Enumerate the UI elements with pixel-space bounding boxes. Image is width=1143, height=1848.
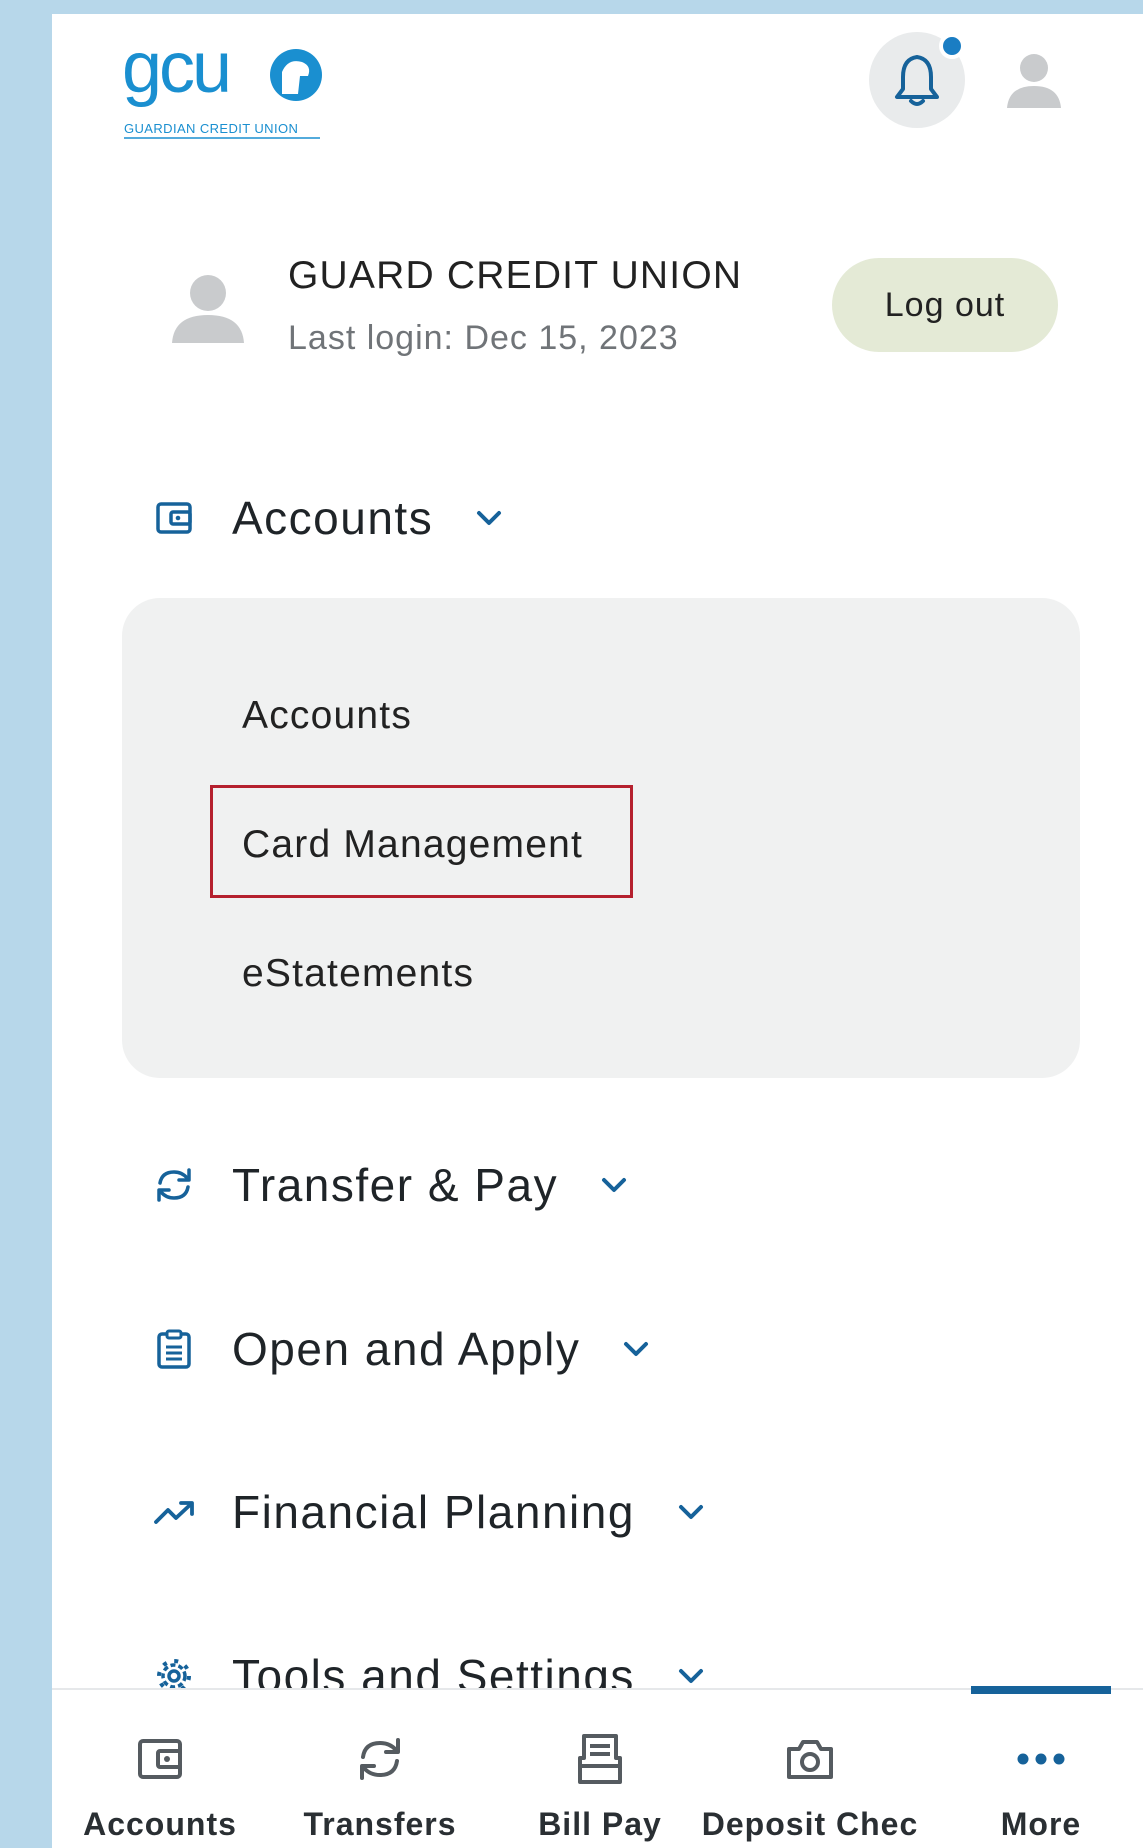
tab-label: Deposit Chec <box>701 1806 919 1842</box>
logout-button[interactable]: Log out <box>832 258 1058 352</box>
wallet-icon <box>132 1732 188 1786</box>
wallet-icon <box>152 496 196 540</box>
tab-deposit-check[interactable]: Deposit Chec <box>702 1690 917 1848</box>
chevron-down-icon <box>678 1505 703 1519</box>
nav-section-transfer-pay[interactable]: Transfer & Pay <box>152 1145 628 1225</box>
submenu-item-estatements[interactable]: eStatements <box>242 952 474 996</box>
camera-icon <box>782 1732 838 1786</box>
logo-text: gcu <box>122 32 229 108</box>
nav-section-open-apply[interactable]: Open and Apply <box>152 1309 650 1389</box>
trending-up-icon <box>152 1490 196 1534</box>
tab-label: Accounts <box>83 1806 237 1842</box>
chevron-down-icon <box>477 511 502 525</box>
tab-label: More <box>1000 1806 1082 1842</box>
notifications-button[interactable] <box>869 32 965 128</box>
last-login-text: Last login: Dec 15, 2023 <box>288 319 679 357</box>
profile-icon[interactable] <box>1003 50 1065 112</box>
tab-accounts[interactable]: Accounts <box>60 1690 260 1848</box>
user-name: GUARD CREDIT UNION <box>288 254 743 297</box>
more-icon <box>1013 1732 1069 1786</box>
accounts-submenu: Accounts Card Management eStatements <box>122 598 1080 1078</box>
app-frame: gcu GUARDIAN CREDIT UNION GUARD CREDIT U… <box>52 14 1143 1848</box>
bottom-tab-bar: Accounts Transfers Bill Pay Deposit Chec… <box>52 1686 1143 1848</box>
chevron-down-icon <box>602 1178 627 1192</box>
logo-subtext: GUARDIAN CREDIT UNION <box>124 121 298 136</box>
sync-icon <box>152 1163 196 1207</box>
submenu-item-card-management[interactable]: Card Management <box>242 823 583 867</box>
sync-icon <box>352 1732 408 1786</box>
nav-section-financial-planning[interactable]: Financial Planning <box>152 1472 705 1552</box>
tab-more[interactable]: More <box>941 1690 1141 1848</box>
nav-label-open-apply: Open and Apply <box>232 1323 581 1375</box>
nav-label-financial-planning: Financial Planning <box>232 1486 635 1538</box>
gcu-logo[interactable]: gcu GUARDIAN CREDIT UNION <box>122 32 322 144</box>
submenu-item-accounts[interactable]: Accounts <box>242 694 412 738</box>
tab-bill-pay[interactable]: Bill Pay <box>500 1690 700 1848</box>
user-avatar <box>172 275 244 343</box>
chevron-down-icon <box>624 1342 649 1356</box>
nav-label-transfer-pay: Transfer & Pay <box>232 1159 559 1211</box>
bell-icon <box>895 55 939 106</box>
nav-label-accounts: Accounts <box>232 492 434 544</box>
receipt-icon <box>572 1732 628 1786</box>
tab-label: Transfers <box>303 1806 457 1842</box>
clipboard-icon <box>152 1327 196 1371</box>
chevron-down-icon <box>678 1669 703 1683</box>
nav-section-accounts[interactable]: Accounts <box>152 478 503 558</box>
tab-label: Bill Pay <box>538 1806 662 1842</box>
tab-transfers[interactable]: Transfers <box>280 1690 480 1848</box>
notification-dot <box>939 33 965 59</box>
